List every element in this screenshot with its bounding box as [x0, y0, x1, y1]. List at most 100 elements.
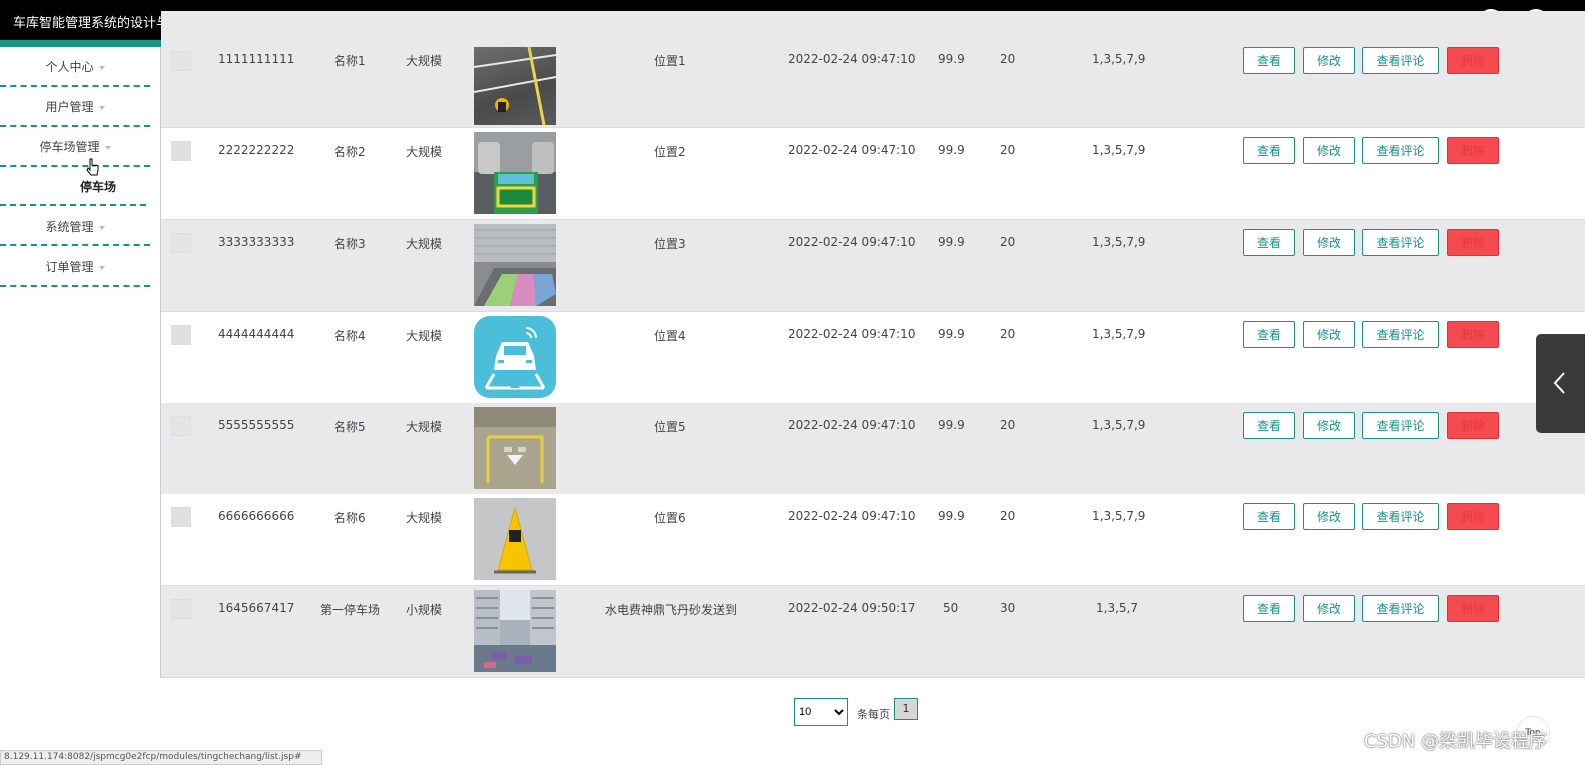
cell-location: 位置4 — [654, 329, 686, 343]
row-checkbox[interactable] — [171, 325, 191, 345]
row-checkbox[interactable] — [171, 507, 191, 527]
cell-id: 1645667417 — [218, 601, 295, 615]
caret-down-icon — [98, 265, 105, 270]
row-checkbox[interactable] — [171, 233, 191, 253]
cell-spaces: 20 — [1000, 327, 1016, 341]
view-comments-button[interactable]: 查看评论 — [1362, 412, 1439, 439]
parking-photo — [474, 224, 556, 306]
cell-scale: 大规模 — [406, 329, 443, 343]
cell-days: 1,3,5,7,9 — [1092, 418, 1146, 432]
sidebar-subitem-parking-lot[interactable]: 停车场 — [80, 178, 116, 195]
cell-id: 2222222222 — [218, 143, 295, 157]
divider — [0, 285, 150, 287]
cell-days: 1,3,5,7,9 — [1092, 52, 1146, 66]
cell-id: 1111111111 — [218, 52, 295, 66]
cell-days: 1,3,5,7,9 — [1092, 235, 1146, 249]
view-button[interactable]: 查看 — [1243, 47, 1295, 74]
view-button[interactable]: 查看 — [1243, 137, 1295, 164]
cell-name: 第一停车场 — [320, 603, 381, 617]
view-button[interactable]: 查看 — [1243, 503, 1295, 530]
sidebar-item-system-management[interactable]: 系统管理 — [0, 218, 150, 235]
cell-location: 位置1 — [654, 54, 686, 68]
view-button[interactable]: 查看 — [1243, 229, 1295, 256]
cell-price: 99.9 — [938, 52, 965, 66]
status-bar-url: 8.129.11.174:8082/jspmcg0e2fcp/modules/t… — [0, 750, 322, 765]
table-row: 5555555555 名称5 大规模 位置5 2022-02-24 09:47:… — [161, 403, 1585, 495]
cell-name: 名称1 — [334, 54, 366, 68]
delete-label: 删除 — [1460, 54, 1485, 68]
parking-photo — [474, 316, 556, 398]
table-row: 1111111111 名称1 大规模 位置1 2022-02-24 09:47:… — [161, 11, 1585, 128]
delete-button[interactable]: 删除 — [1447, 137, 1499, 164]
view-comments-button[interactable]: 查看评论 — [1362, 595, 1439, 622]
row-checkbox[interactable] — [171, 416, 191, 436]
delete-button[interactable]: 删除 — [1447, 595, 1499, 622]
view-comments-button[interactable]: 查看评论 — [1362, 229, 1439, 256]
row-checkbox[interactable] — [171, 141, 191, 161]
view-button[interactable]: 查看 — [1243, 412, 1295, 439]
view-button[interactable]: 查看 — [1243, 595, 1295, 622]
sidebar-item-label: 停车场管理 — [39, 140, 100, 154]
divider — [0, 165, 150, 167]
edit-button[interactable]: 修改 — [1303, 595, 1355, 622]
page-size-select[interactable]: 10 — [794, 698, 848, 726]
parking-photo — [474, 47, 556, 125]
mouse-pointer-icon — [86, 158, 99, 176]
edit-button[interactable]: 修改 — [1303, 47, 1355, 74]
sidebar-item-order-management[interactable]: 订单管理 — [0, 258, 150, 275]
side-drawer-toggle[interactable] — [1536, 334, 1585, 433]
sidebar-item-parking-management[interactable]: 停车场管理 — [0, 138, 150, 155]
cell-time: 2022-02-24 09:50:17 — [788, 601, 916, 615]
sidebar-item-personal-center[interactable]: 个人中心 — [0, 58, 150, 75]
view-button[interactable]: 查看 — [1243, 321, 1295, 348]
cell-time: 2022-02-24 09:47:10 — [788, 235, 916, 249]
cell-price: 99.9 — [938, 509, 965, 523]
cell-time: 2022-02-24 09:47:10 — [788, 418, 916, 432]
table-row: 4444444444 名称4 大规模 位置4 2022-02-24 09:47:… — [161, 312, 1585, 404]
parking-photo — [474, 590, 556, 672]
edit-button[interactable]: 修改 — [1303, 321, 1355, 348]
row-checkbox[interactable] — [171, 599, 191, 619]
cell-id: 5555555555 — [218, 418, 295, 432]
cell-spaces: 20 — [1000, 52, 1016, 66]
delete-button[interactable]: 删除 — [1447, 321, 1499, 348]
delete-label: 删除 — [1460, 328, 1485, 342]
page-button-current[interactable]: 1 — [894, 698, 918, 720]
edit-button[interactable]: 修改 — [1303, 229, 1355, 256]
edit-button[interactable]: 修改 — [1303, 137, 1355, 164]
cell-spaces: 20 — [1000, 143, 1016, 157]
view-comments-button[interactable]: 查看评论 — [1362, 137, 1439, 164]
cell-id: 6666666666 — [218, 509, 295, 523]
cell-scale: 大规模 — [406, 420, 443, 434]
edit-button[interactable]: 修改 — [1303, 503, 1355, 530]
row-checkbox[interactable] — [171, 51, 191, 71]
cell-time: 2022-02-24 09:47:10 — [788, 52, 916, 66]
cell-scale: 大规模 — [406, 237, 443, 251]
cell-spaces: 30 — [1000, 601, 1016, 615]
sidebar-item-label: 个人中心 — [45, 60, 94, 74]
caret-down-icon — [104, 145, 111, 150]
view-comments-button[interactable]: 查看评论 — [1362, 47, 1439, 74]
delete-label: 删除 — [1460, 510, 1485, 524]
delete-button[interactable]: 删除 — [1447, 229, 1499, 256]
delete-label: 删除 — [1460, 419, 1485, 433]
cell-spaces: 20 — [1000, 509, 1016, 523]
cell-scale: 大规模 — [406, 145, 443, 159]
cell-time: 2022-02-24 09:47:10 — [788, 143, 916, 157]
delete-button[interactable]: 删除 — [1447, 412, 1499, 439]
view-comments-button[interactable]: 查看评论 — [1362, 321, 1439, 348]
cell-scale: 大规模 — [406, 54, 443, 68]
divider — [0, 85, 150, 87]
delete-button[interactable]: 删除 — [1447, 47, 1499, 74]
cell-days: 1,3,5,7,9 — [1092, 327, 1146, 341]
edit-button[interactable]: 修改 — [1303, 412, 1355, 439]
view-comments-button[interactable]: 查看评论 — [1362, 503, 1439, 530]
cell-scale: 小规模 — [406, 603, 443, 617]
cell-name: 名称6 — [334, 511, 366, 525]
delete-button[interactable]: 删除 — [1447, 503, 1499, 530]
sidebar-item-user-management[interactable]: 用户管理 — [0, 98, 150, 115]
caret-down-icon — [98, 225, 105, 230]
cell-spaces: 20 — [1000, 235, 1016, 249]
sidebar-item-label: 系统管理 — [45, 220, 94, 234]
cell-id: 4444444444 — [218, 327, 295, 341]
